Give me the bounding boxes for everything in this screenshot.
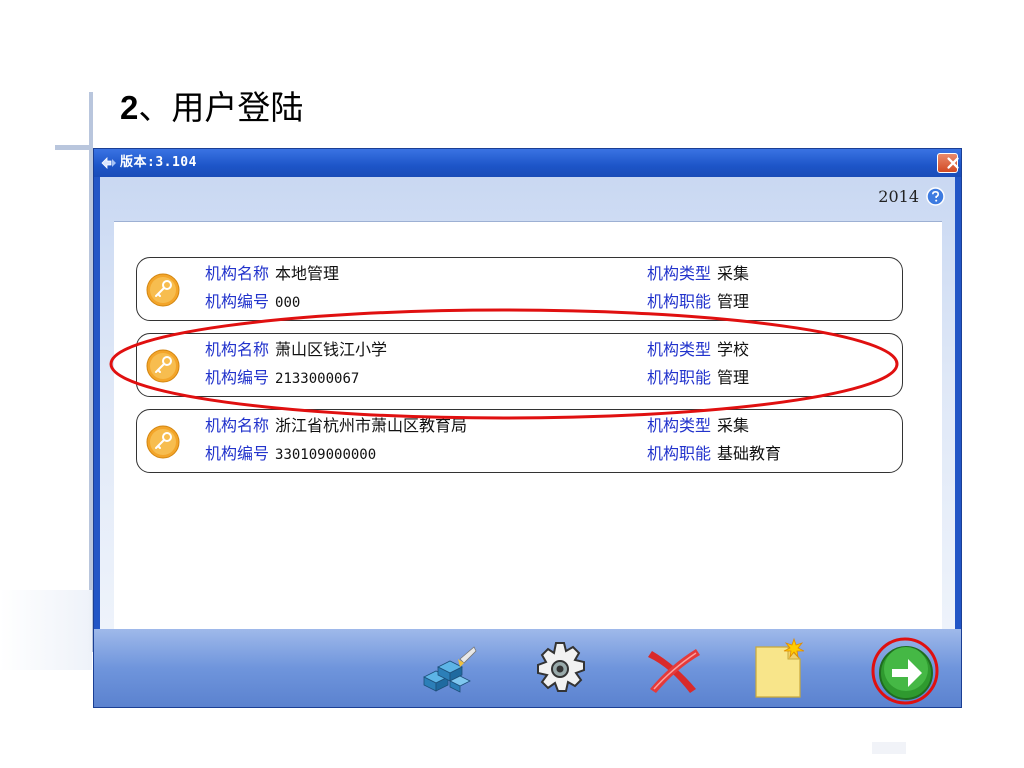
org-card[interactable]: 机构名称 浙江省杭州市萧山区教育局 机构编号 330109000000 机构类型 采集… [136, 409, 903, 473]
org-code-row: 机构编号 2133000067 [205, 368, 360, 387]
org-type-row: 机构类型 学校 [647, 340, 750, 359]
key-icon [146, 349, 180, 383]
org-type-row: 机构类型 采集 [647, 264, 750, 283]
window-title: 版本:3.104 [120, 155, 197, 170]
close-button[interactable] [937, 153, 959, 173]
next-button[interactable] [870, 635, 940, 705]
app-icon [101, 157, 116, 169]
delete-icon [648, 649, 700, 693]
key-icon [146, 273, 180, 307]
org-code: 330109000000 [275, 447, 377, 463]
org-func-row: 机构职能 基础教育 [647, 444, 782, 463]
org-code: 000 [275, 295, 301, 311]
org-name: 本地管理 [275, 264, 340, 283]
org-name-row: 机构名称 萧山区钱江小学 [205, 340, 388, 359]
org-code-row: 机构编号 330109000000 [205, 444, 377, 463]
org-name-row: 机构名称 浙江省杭州市萧山区教育局 [205, 416, 468, 435]
database-icon [423, 646, 477, 693]
org-func: 基础教育 [717, 444, 782, 463]
close-icon [947, 157, 959, 169]
next-arrow-icon [871, 637, 939, 705]
window-titlebar[interactable]: 版本:3.104 [94, 149, 961, 177]
new-file-icon [755, 637, 805, 698]
org-list: 机构名称 本地管理 机构编号 000 机构类型 采集 机构职能 管理 机构名称 萧山区钱江… [109, 221, 942, 630]
slide-horizontal-bar [55, 145, 93, 150]
key-icon [146, 425, 180, 459]
slide-decoration [872, 742, 906, 754]
gear-icon [537, 642, 585, 692]
org-card[interactable]: 机构名称 本地管理 机构编号 000 机构类型 采集 机构职能 管理 [136, 257, 903, 321]
help-icon[interactable] [926, 187, 945, 206]
org-func: 管理 [717, 292, 750, 311]
org-type: 采集 [717, 264, 750, 283]
org-type: 学校 [717, 340, 750, 359]
org-code: 2133000067 [275, 371, 360, 387]
new-button[interactable] [748, 637, 812, 701]
org-card[interactable]: 机构名称 萧山区钱江小学 机构编号 2133000067 机构类型 学校 机构职能 管理 [136, 333, 903, 397]
slide-title: 2、用户登陆 [120, 89, 304, 126]
org-type-row: 机构类型 采集 [647, 416, 750, 435]
delete-button[interactable] [640, 637, 704, 701]
database-button[interactable] [416, 637, 480, 701]
org-name-row: 机构名称 本地管理 [205, 264, 340, 283]
org-code-row: 机构编号 000 [205, 292, 301, 311]
slide-decoration [0, 590, 92, 670]
window-body: 2014 机构名称本地管理 机构编号000 机构类型采集 机构职能管理 [100, 177, 955, 630]
settings-button[interactable] [528, 637, 592, 701]
org-type: 采集 [717, 416, 750, 435]
org-func-row: 机构职能 管理 [647, 292, 750, 311]
org-func: 管理 [717, 368, 750, 387]
login-window: 版本:3.104 2014 机构名称 本地管理 机构编号 000 机构类型 采集… [93, 148, 962, 708]
bottom-toolbar [94, 629, 961, 707]
org-name: 萧山区钱江小学 [275, 340, 388, 359]
org-func-row: 机构职能 管理 [647, 368, 750, 387]
year-label: 2014 [878, 187, 919, 206]
org-name: 浙江省杭州市萧山区教育局 [275, 416, 468, 435]
